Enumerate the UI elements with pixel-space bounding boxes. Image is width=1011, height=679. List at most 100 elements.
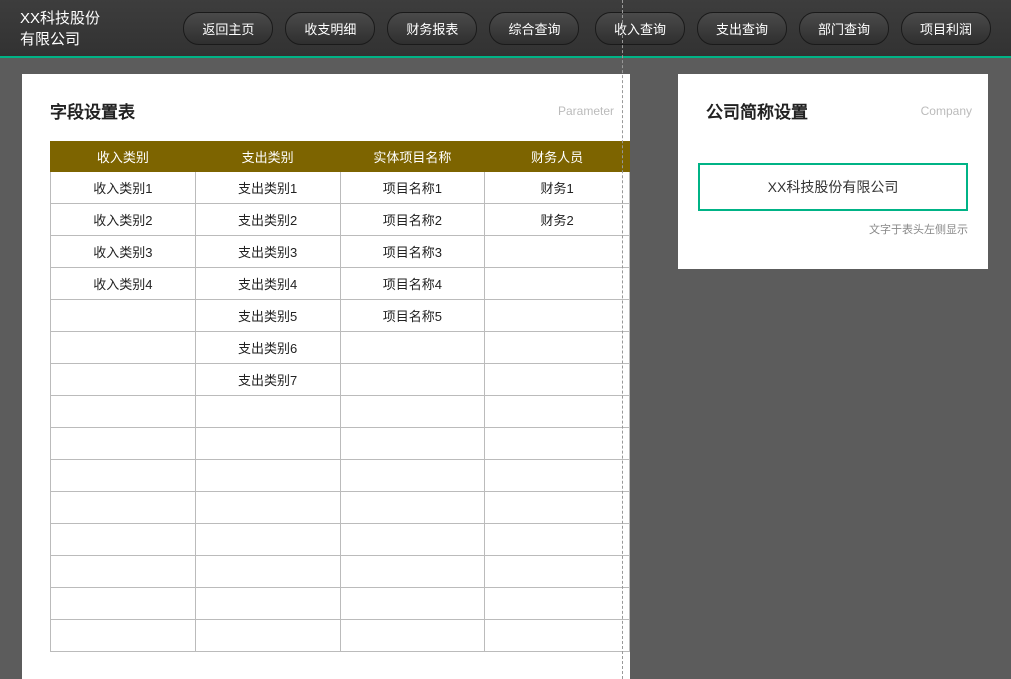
nav-report-button[interactable]: 财务报表 bbox=[387, 12, 477, 45]
table-cell[interactable]: 项目名称3 bbox=[340, 236, 485, 268]
table-cell[interactable]: 收入类别2 bbox=[51, 204, 196, 236]
company-name-input[interactable] bbox=[698, 163, 968, 211]
table-cell[interactable] bbox=[485, 620, 630, 652]
topbar: XX科技股份有限公司 返回主页 收支明细 财务报表 综合查询 收入查询 支出查询… bbox=[0, 0, 1011, 58]
table-cell[interactable] bbox=[51, 300, 196, 332]
table-cell[interactable]: 项目名称1 bbox=[340, 172, 485, 204]
table-cell[interactable] bbox=[195, 556, 340, 588]
table-cell[interactable] bbox=[485, 492, 630, 524]
table-row bbox=[51, 428, 630, 460]
table-cell[interactable] bbox=[195, 460, 340, 492]
table-cell[interactable] bbox=[340, 588, 485, 620]
table-cell[interactable] bbox=[485, 460, 630, 492]
col-project-name: 实体项目名称 bbox=[340, 142, 485, 172]
table-cell[interactable] bbox=[195, 396, 340, 428]
table-cell[interactable] bbox=[340, 428, 485, 460]
table-cell[interactable]: 支出类别2 bbox=[195, 204, 340, 236]
table-cell[interactable] bbox=[485, 588, 630, 620]
table-cell[interactable] bbox=[51, 620, 196, 652]
table-cell[interactable] bbox=[485, 396, 630, 428]
table-cell[interactable]: 收入类别1 bbox=[51, 172, 196, 204]
nav-query-button[interactable]: 综合查询 bbox=[489, 12, 579, 45]
left-panel-title: 字段设置表 bbox=[22, 98, 630, 123]
table-row: 收入类别3支出类别3项目名称3 bbox=[51, 236, 630, 268]
table-cell[interactable] bbox=[51, 428, 196, 460]
table-cell[interactable] bbox=[340, 332, 485, 364]
table-row bbox=[51, 492, 630, 524]
table-cell[interactable]: 支出类别3 bbox=[195, 236, 340, 268]
table-cell[interactable]: 支出类别6 bbox=[195, 332, 340, 364]
table-cell[interactable] bbox=[340, 620, 485, 652]
content-area: 字段设置表 Parameter 收入类别 支出类别 实体项目名称 财务人员 收入… bbox=[0, 58, 1011, 679]
nav-expense-button[interactable]: 支出查询 bbox=[697, 12, 787, 45]
nav-details-button[interactable]: 收支明细 bbox=[285, 12, 375, 45]
table-cell[interactable] bbox=[340, 492, 485, 524]
table-cell[interactable] bbox=[340, 524, 485, 556]
table-cell[interactable]: 支出类别7 bbox=[195, 364, 340, 396]
table-row bbox=[51, 460, 630, 492]
table-cell[interactable] bbox=[51, 524, 196, 556]
col-income-type: 收入类别 bbox=[51, 142, 196, 172]
table-cell[interactable]: 项目名称5 bbox=[340, 300, 485, 332]
table-cell[interactable] bbox=[485, 556, 630, 588]
table-cell[interactable] bbox=[51, 588, 196, 620]
nav-income-button[interactable]: 收入查询 bbox=[595, 12, 685, 45]
table-cell[interactable] bbox=[340, 364, 485, 396]
col-staff: 财务人员 bbox=[485, 142, 630, 172]
company-input-wrap bbox=[698, 163, 968, 211]
left-panel-subtitle: Parameter bbox=[558, 104, 614, 118]
table-cell[interactable] bbox=[340, 460, 485, 492]
field-settings-panel: 字段设置表 Parameter 收入类别 支出类别 实体项目名称 财务人员 收入… bbox=[22, 74, 630, 679]
table-cell[interactable] bbox=[485, 428, 630, 460]
table-row: 收入类别1支出类别1项目名称1财务1 bbox=[51, 172, 630, 204]
table-cell[interactable] bbox=[195, 428, 340, 460]
table-cell[interactable] bbox=[195, 492, 340, 524]
table-row: 支出类别5项目名称5 bbox=[51, 300, 630, 332]
table-cell[interactable] bbox=[195, 524, 340, 556]
table-cell[interactable] bbox=[51, 460, 196, 492]
vertical-divider bbox=[622, 0, 623, 679]
table-header-row: 收入类别 支出类别 实体项目名称 财务人员 bbox=[51, 142, 630, 172]
table-cell[interactable]: 支出类别4 bbox=[195, 268, 340, 300]
table-row: 收入类别4支出类别4项目名称4 bbox=[51, 268, 630, 300]
table-cell[interactable]: 财务2 bbox=[485, 204, 630, 236]
table-cell[interactable] bbox=[51, 364, 196, 396]
table-cell[interactable] bbox=[485, 524, 630, 556]
company-hint: 文字于表头左侧显示 bbox=[698, 221, 968, 237]
table-cell[interactable]: 收入类别3 bbox=[51, 236, 196, 268]
table-cell[interactable] bbox=[485, 300, 630, 332]
table-cell[interactable]: 项目名称4 bbox=[340, 268, 485, 300]
nav-group-1: 返回主页 收支明细 财务报表 综合查询 bbox=[183, 12, 579, 45]
right-panel-subtitle: Company bbox=[921, 104, 972, 118]
table-row bbox=[51, 396, 630, 428]
table-row: 收入类别2支出类别2项目名称2财务2 bbox=[51, 204, 630, 236]
nav-project-button[interactable]: 项目利润 bbox=[901, 12, 991, 45]
table-row bbox=[51, 588, 630, 620]
table-cell[interactable] bbox=[195, 620, 340, 652]
nav-group-2: 收入查询 支出查询 部门查询 项目利润 bbox=[595, 12, 991, 45]
nav-home-button[interactable]: 返回主页 bbox=[183, 12, 273, 45]
table-row: 支出类别7 bbox=[51, 364, 630, 396]
table-cell[interactable] bbox=[485, 332, 630, 364]
table-cell[interactable] bbox=[51, 332, 196, 364]
field-settings-table: 收入类别 支出类别 实体项目名称 财务人员 收入类别1支出类别1项目名称1财务1… bbox=[50, 141, 630, 652]
table-row: 支出类别6 bbox=[51, 332, 630, 364]
table-cell[interactable] bbox=[340, 396, 485, 428]
table-row bbox=[51, 524, 630, 556]
table-cell[interactable]: 收入类别4 bbox=[51, 268, 196, 300]
col-expense-type: 支出类别 bbox=[195, 142, 340, 172]
table-cell[interactable]: 支出类别5 bbox=[195, 300, 340, 332]
table-cell[interactable] bbox=[340, 556, 485, 588]
table-row bbox=[51, 556, 630, 588]
table-cell[interactable] bbox=[485, 236, 630, 268]
table-cell[interactable] bbox=[485, 268, 630, 300]
table-cell[interactable]: 项目名称2 bbox=[340, 204, 485, 236]
table-cell[interactable]: 财务1 bbox=[485, 172, 630, 204]
table-cell[interactable] bbox=[51, 396, 196, 428]
table-cell[interactable] bbox=[485, 364, 630, 396]
table-cell[interactable] bbox=[195, 588, 340, 620]
table-cell[interactable] bbox=[51, 556, 196, 588]
table-cell[interactable]: 支出类别1 bbox=[195, 172, 340, 204]
nav-dept-button[interactable]: 部门查询 bbox=[799, 12, 889, 45]
table-cell[interactable] bbox=[51, 492, 196, 524]
